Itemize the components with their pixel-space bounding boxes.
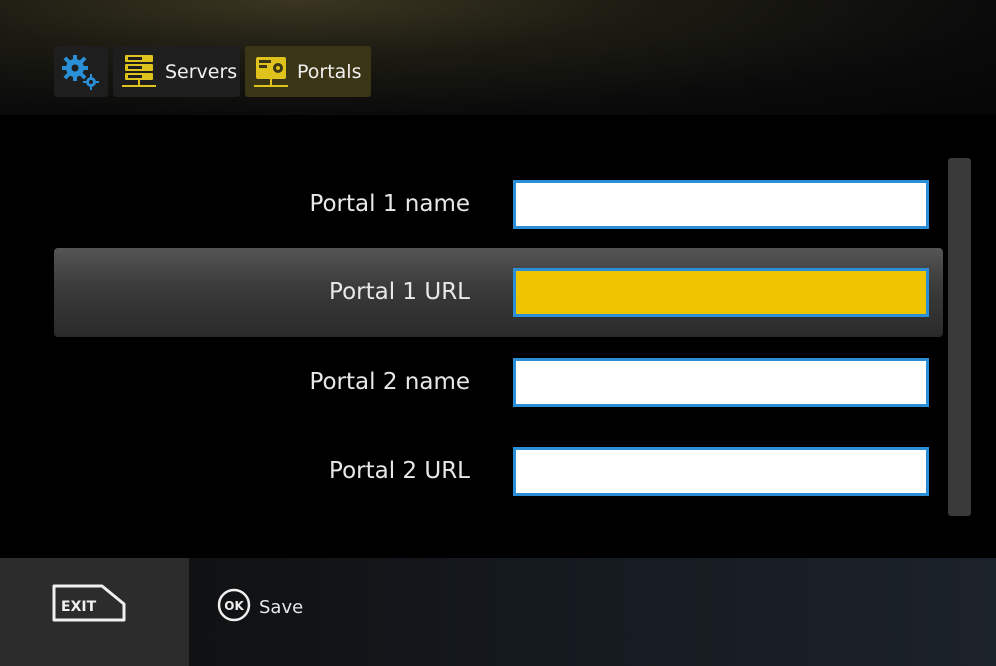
breadcrumb-settings[interactable] [54,46,108,97]
header-bar: Servers Portals [0,0,996,115]
breadcrumb-servers[interactable]: Servers [113,46,240,97]
save-label: Save [259,596,304,618]
server-icon [121,53,157,91]
portal-1-url-input[interactable] [513,268,929,317]
exit-button[interactable]: EXIT [0,558,189,666]
portal-icon [253,53,289,91]
portal-1-name-input[interactable] [513,180,929,229]
form-row-portal-2-name[interactable]: Portal 2 name [54,338,943,427]
footer-bar: EXIT OK Save [0,558,996,666]
breadcrumb-portals[interactable]: Portals [245,46,371,97]
portal-2-name-label: Portal 2 name [309,369,470,395]
breadcrumb: Servers Portals [54,46,371,97]
ok-key-label: OK [224,599,244,613]
exit-key-icon: EXIT [52,584,126,626]
portal-settings-form: Portal 1 name Portal 1 URL Portal 2 name… [0,115,996,558]
form-scrollbar[interactable] [948,158,971,516]
exit-key-label: EXIT [61,599,97,615]
portal-2-name-input[interactable] [513,358,929,407]
portal-1-name-label: Portal 1 name [309,191,470,217]
form-row-portal-2-url[interactable]: Portal 2 URL [54,427,943,516]
form-row-portal-1-name[interactable]: Portal 1 name [54,160,943,249]
breadcrumb-servers-label: Servers [165,60,238,83]
gear-icon [59,53,103,91]
breadcrumb-portals-label: Portals [297,60,362,83]
portal-2-url-input[interactable] [513,447,929,496]
ok-button-icon: OK [217,588,251,626]
portal-2-url-label: Portal 2 URL [329,458,470,484]
save-hint[interactable]: OK Save [217,588,303,626]
form-row-portal-1-url[interactable]: Portal 1 URL [54,248,943,337]
portal-1-url-label: Portal 1 URL [329,279,470,305]
